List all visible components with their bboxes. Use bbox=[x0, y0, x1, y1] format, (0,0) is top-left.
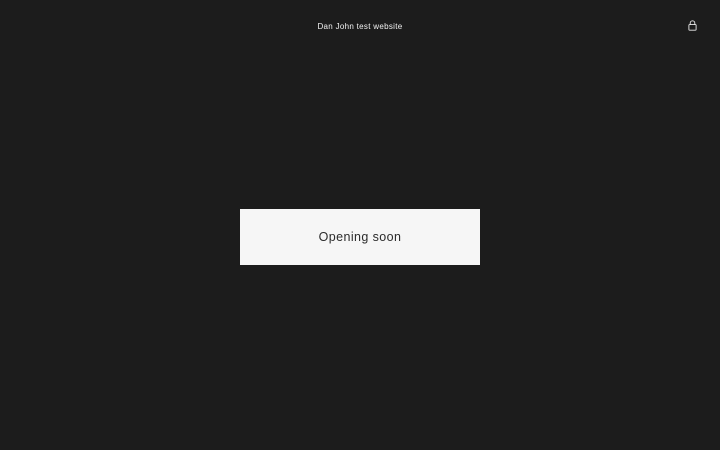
password-page: Dan John test website Opening soon bbox=[0, 0, 720, 450]
lock-icon bbox=[687, 19, 697, 31]
site-header: Dan John test website bbox=[0, 0, 720, 54]
store-login-link[interactable] bbox=[686, 18, 698, 32]
opening-soon-card: Opening soon bbox=[240, 209, 480, 265]
site-title-link[interactable]: Dan John test website bbox=[0, 20, 720, 34]
opening-soon-message: Opening soon bbox=[318, 230, 402, 244]
